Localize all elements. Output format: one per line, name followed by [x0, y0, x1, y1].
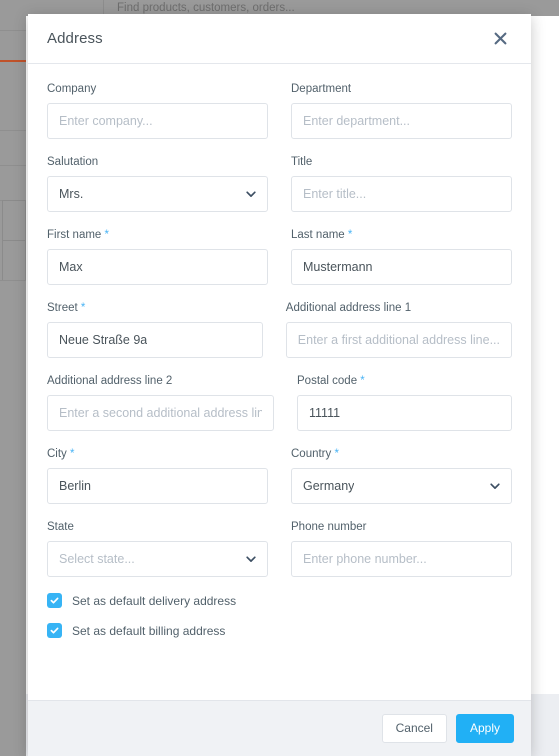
- field-state: State Select state...: [47, 520, 268, 577]
- field-additional-address-line-1: Additional address line 1 Enter a first a…: [285, 301, 512, 358]
- checkbox-default-delivery-address[interactable]: Set as default delivery address: [47, 593, 512, 608]
- select-state[interactable]: Select state...: [47, 541, 268, 577]
- label-city: City *: [47, 448, 75, 460]
- checkbox-group: Set as default delivery address Set as d…: [47, 593, 512, 638]
- field-street: Street * Neue Straße 9a: [47, 301, 263, 358]
- input-phone-number-text: Enter phone number...: [303, 552, 427, 566]
- input-title-text: Enter title...: [303, 187, 367, 201]
- label-country: Country *: [291, 448, 339, 460]
- address-form: Company Enter company... Department Enter d…: [28, 64, 531, 700]
- field-first-name: First name * Max: [47, 228, 268, 285]
- label-additional-address-line-1: Additional address line 1: [285, 302, 412, 314]
- field-postal-code: Postal code * 11111: [297, 374, 512, 431]
- input-postal-code[interactable]: 11111: [297, 395, 512, 431]
- field-department: Department Enter department...: [291, 82, 512, 139]
- select-salutation-text: Mrs.: [59, 187, 84, 201]
- label-last-name: Last name *: [291, 229, 353, 241]
- label-street: Street *: [47, 302, 86, 314]
- select-country-text: Germany: [303, 479, 355, 493]
- label-postal-code: Postal code *: [297, 375, 365, 387]
- input-first-name[interactable]: Max: [47, 249, 268, 285]
- form-row: Company Enter company... Department Enter d…: [47, 82, 512, 139]
- input-last-name[interactable]: Mustermann: [291, 249, 512, 285]
- modal-title: Address: [47, 30, 103, 47]
- modal-footer: Cancel Apply: [28, 700, 531, 756]
- input-street-text: Neue Straße 9a: [59, 333, 148, 347]
- field-company: Company Enter company...: [47, 82, 268, 139]
- background-rule: [0, 130, 26, 131]
- input-postal-code-text: 11111: [309, 406, 341, 420]
- field-title: Title Enter title...: [291, 155, 512, 212]
- input-additional-address-line-1[interactable]: Enter a first additional address line...: [285, 322, 512, 358]
- checkbox-label: Set as default delivery address: [72, 593, 237, 608]
- label-state: State: [47, 521, 74, 533]
- label-salutation: Salutation: [47, 156, 99, 168]
- input-department-text: Enter department...: [303, 114, 411, 128]
- input-city[interactable]: Berlin: [47, 468, 268, 504]
- required-marker: *: [80, 302, 86, 314]
- background-accent-bar-left: [0, 60, 26, 62]
- form-row: First name * Max Last name * Mustermann: [47, 228, 512, 285]
- form-row: State Select state... Phone number Enter ph…: [47, 520, 512, 577]
- address-modal: Address Company Enter company... Departmen…: [28, 14, 531, 756]
- field-salutation: Salutation Mrs.: [47, 155, 268, 212]
- close-icon[interactable]: [489, 28, 511, 50]
- input-title[interactable]: Enter title...: [291, 176, 512, 212]
- field-phone-number: Phone number Enter phone number...: [291, 520, 512, 577]
- input-department[interactable]: Enter department...: [291, 103, 512, 139]
- apply-button[interactable]: Apply: [455, 714, 514, 743]
- input-company[interactable]: Enter company...: [47, 103, 268, 139]
- label-title: Title: [291, 156, 313, 168]
- required-marker: *: [104, 229, 109, 241]
- input-additional-address-line-2[interactable]: Enter a second additional address line..…: [47, 395, 274, 431]
- required-marker: *: [70, 448, 75, 460]
- label-department: Department: [291, 83, 352, 95]
- form-row: Street * Neue Straße 9a Additional address…: [47, 301, 512, 358]
- input-additional-address-line-1-text: Enter a first additional address line...: [297, 333, 500, 347]
- background-rule: [0, 165, 26, 166]
- required-marker: *: [347, 229, 353, 241]
- field-additional-address-line-2: Additional address line 2 Enter a second …: [47, 374, 274, 431]
- background-rule: [0, 280, 26, 281]
- label-company: Company: [47, 83, 97, 95]
- checkbox-label: Set as default billing address: [72, 623, 226, 638]
- input-additional-address-line-2-text: Enter a second additional address line..…: [59, 406, 262, 420]
- input-phone-number[interactable]: Enter phone number...: [291, 541, 512, 577]
- input-first-name-text: Max: [59, 260, 83, 274]
- field-city: City * Berlin: [47, 447, 268, 504]
- cancel-button[interactable]: Cancel: [381, 714, 447, 743]
- form-row: Additional address line 2 Enter a second …: [47, 374, 512, 431]
- required-marker: *: [334, 448, 339, 460]
- required-marker: *: [360, 375, 365, 387]
- form-row: City * Berlin Country * Germany: [47, 447, 512, 504]
- field-last-name: Last name * Mustermann: [291, 228, 512, 285]
- input-street[interactable]: Neue Straße 9a: [47, 322, 263, 358]
- modal-header: Address: [28, 14, 531, 64]
- label-additional-address-line-2: Additional address line 2: [47, 375, 173, 387]
- select-state-text: Select state...: [59, 552, 135, 566]
- select-country[interactable]: Germany: [291, 468, 512, 504]
- background-table-cell: [2, 240, 26, 280]
- input-last-name-text: Mustermann: [303, 260, 373, 274]
- label-phone-number: Phone number: [291, 521, 367, 533]
- input-company-text: Enter company...: [59, 114, 153, 128]
- label-first-name: First name *: [47, 229, 109, 241]
- checkbox-checked-icon: [47, 593, 62, 608]
- checkbox-checked-icon: [47, 623, 62, 638]
- checkbox-default-billing-address[interactable]: Set as default billing address: [47, 623, 512, 638]
- form-row: Salutation Mrs. Title Enter title...: [47, 155, 512, 212]
- input-city-text: Berlin: [59, 479, 91, 493]
- field-country: Country * Germany: [291, 447, 512, 504]
- background-table-cell: [2, 200, 26, 240]
- select-salutation[interactable]: Mrs.: [47, 176, 268, 212]
